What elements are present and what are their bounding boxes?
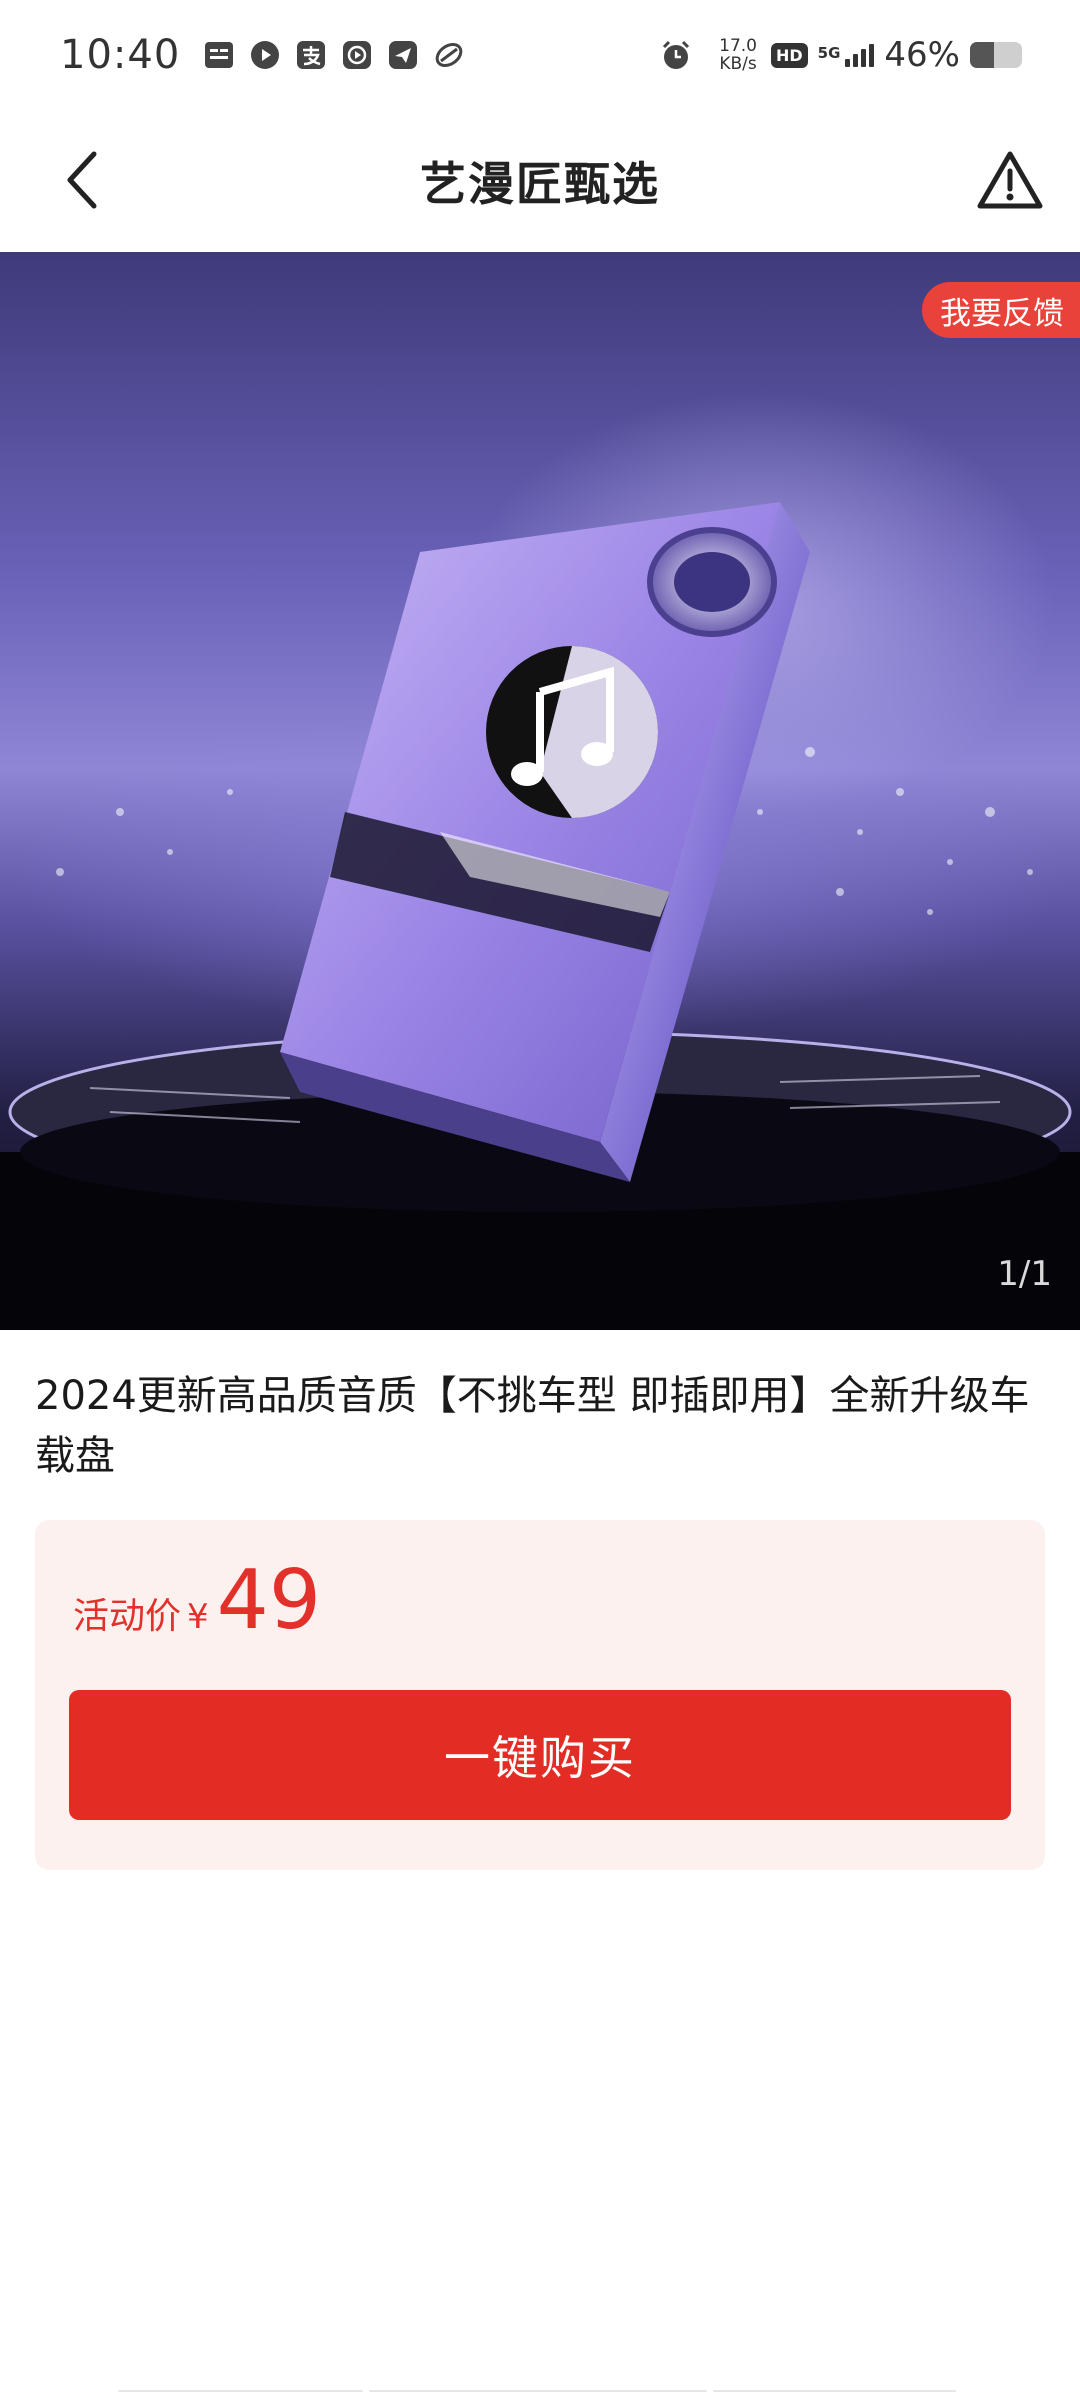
bottom-divider [118, 2390, 962, 2398]
status-time: 10:40 [60, 32, 181, 78]
price-currency: ¥ [187, 1597, 209, 1637]
nav-bar: 艺漫匠甄选 [0, 110, 1080, 252]
page-title: 艺漫匠甄选 [420, 157, 660, 211]
price-row: 活动价 ¥ 49 [73, 1556, 321, 1646]
product-image[interactable]: 我要反馈 1/1 [0, 252, 1080, 1330]
alarm-icon [659, 38, 693, 72]
net-speed: 17.0 KB/s [719, 37, 757, 73]
battery-percent: 46% [884, 35, 960, 75]
toutiao-icon [202, 38, 236, 72]
price-value: 49 [216, 1553, 321, 1648]
net-speed-value: 17.0 [719, 36, 757, 56]
leaf-icon [432, 38, 466, 72]
signal-strength-icon: 5G [817, 43, 875, 67]
product-title: 2024更新高品质音质【不挑车型 即插即用】全新升级车载盘 [35, 1373, 1030, 1479]
price-card: 活动价 ¥ 49 一键购买 [35, 1520, 1045, 1870]
back-button[interactable] [52, 142, 112, 218]
price-label: 活动价 [73, 1596, 182, 1637]
battery-fill [970, 42, 994, 68]
report-button[interactable] [972, 142, 1048, 218]
alipay-icon [294, 38, 328, 72]
buy-now-button[interactable]: 一键购买 [69, 1690, 1011, 1820]
send-icon [386, 38, 420, 72]
status-left: 10:40 [60, 32, 478, 78]
product-page: 10:40 17.0 KB/s HD 5G 46% 艺漫匠甄选 我要反馈 1/1… [0, 0, 1080, 2400]
feedback-button[interactable]: 我要反馈 [922, 282, 1080, 338]
hd-badge: HD [771, 42, 808, 68]
status-bar: 10:40 17.0 KB/s HD 5G 46% [0, 0, 1080, 110]
video-play-icon [340, 38, 374, 72]
battery-icon [970, 42, 1022, 68]
network-type: 5G [817, 43, 841, 62]
status-right: 17.0 KB/s HD 5G 46% [659, 35, 1022, 75]
play-circle-icon [248, 38, 282, 72]
chevron-left-icon [67, 151, 97, 209]
image-counter: 1/1 [997, 1254, 1052, 1294]
net-speed-unit: KB/s [719, 54, 757, 74]
warning-triangle-icon [977, 151, 1043, 209]
usb-drive-illustration [0, 502, 1080, 1330]
